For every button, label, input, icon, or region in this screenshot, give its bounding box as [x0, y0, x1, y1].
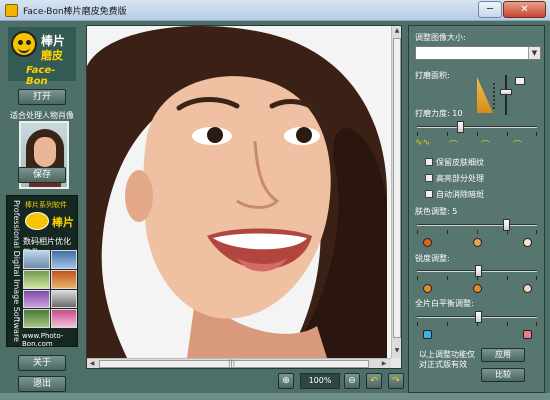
sharp-low-icon: [423, 284, 432, 293]
medium-skin-icon: [473, 238, 482, 247]
left-sidebar: 棒片 磨皮 Face-Bon 打开 适合处理人物肖像 保存 Profession…: [5, 25, 79, 373]
pro-version-note: 以上调整功能仅对正式版有效: [419, 350, 475, 369]
warm-sun-icon: [523, 330, 532, 339]
minimize-button[interactable]: ─: [478, 1, 502, 18]
highlight-checkbox[interactable]: [425, 174, 433, 182]
scroll-grip: |||: [228, 359, 236, 367]
sharpness-label: 锐度调整:: [415, 254, 450, 263]
area-label: 打磨面积:: [415, 71, 450, 80]
apply-button[interactable]: 应用: [481, 348, 525, 362]
scroll-left-arrow-icon[interactable]: ◀: [87, 359, 97, 368]
wave-icon-2: ⌒: [449, 141, 459, 151]
cool-sun-icon: [423, 330, 432, 339]
series-brand: 棒片系列软件: [25, 201, 67, 209]
image-viewer[interactable]: ◀ ||| ▶ ▲ ▼: [86, 25, 402, 369]
highlight-label: 高亮部分处理: [436, 174, 484, 183]
suitable-label: 适合处理人物肖像: [10, 111, 74, 120]
sharp-high-icon: [523, 284, 532, 293]
skin-tone-slider[interactable]: [417, 219, 537, 231]
series-brand-name: 棒片: [52, 216, 74, 229]
wave-icon-4: ⌒: [513, 141, 523, 151]
horizontal-scroll-thumb[interactable]: |||: [99, 359, 369, 368]
status-bar: [0, 393, 550, 400]
sharp-mid-icon: [473, 284, 482, 293]
smiley-logo-icon: [11, 31, 37, 57]
app-icon: [5, 4, 18, 17]
logo-line2: 磨皮: [41, 49, 63, 62]
rotate-right-icon[interactable]: ↷: [388, 373, 404, 389]
product-series-banner[interactable]: Professional Digital Image Software 棒片系列…: [6, 195, 78, 348]
vertical-scrollbar[interactable]: ▲ ▼: [391, 26, 401, 358]
scroll-up-arrow-icon[interactable]: ▲: [392, 26, 401, 36]
scroll-right-arrow-icon[interactable]: ▶: [379, 359, 389, 368]
rotate-left-icon[interactable]: ↶: [366, 373, 382, 389]
strength-slider[interactable]: [417, 121, 537, 133]
sample-photo-grid: [23, 250, 77, 328]
resize-select[interactable]: ▼: [415, 46, 541, 60]
zoom-in-icon[interactable]: ⊕: [278, 373, 294, 389]
series-vertical-text: Professional Digital Image Software: [12, 200, 21, 342]
white-balance-slider[interactable]: [417, 311, 537, 323]
freckle-checkbox[interactable]: [425, 190, 433, 198]
texture-checkbox[interactable]: [425, 158, 433, 166]
wave-icon-1: ∿∿: [415, 138, 431, 148]
save-button[interactable]: 保存: [18, 167, 66, 183]
freckle-label: 自动消除暗斑: [436, 190, 484, 199]
area-slider-knob[interactable]: [500, 89, 512, 95]
app-logo: 棒片 磨皮 Face-Bon: [8, 27, 76, 87]
compare-button[interactable]: 比较: [481, 368, 525, 382]
strength-ticks: [417, 132, 537, 136]
vertical-scroll-thumb[interactable]: [393, 38, 401, 338]
texture-label: 保留皮肤细纹: [436, 158, 484, 167]
resize-label: 调整图像大小:: [415, 33, 466, 42]
title-bar: Face-Bon棒片磨皮免费版 ─ ✕: [0, 0, 550, 21]
open-button[interactable]: 打开: [18, 89, 66, 105]
zoom-level: 100%: [300, 373, 340, 389]
dark-skin-icon: [423, 238, 432, 247]
light-skin-icon: [523, 238, 532, 247]
wave-icon-3: ⌒: [481, 141, 491, 151]
strength-label: 打磨力度: 10: [415, 109, 463, 118]
logo-line3: Face-Bon: [26, 65, 56, 87]
zoom-out-icon[interactable]: ⊖: [344, 373, 360, 389]
sharpness-slider[interactable]: [417, 265, 537, 277]
close-button[interactable]: ✕: [503, 1, 546, 18]
skin-tone-label: 肤色调整: 5: [415, 207, 458, 216]
zoom-toolbar: ⊕ 100% ⊖ ↶ ↷: [278, 373, 408, 391]
exit-button[interactable]: 退出: [18, 376, 66, 392]
photo-bon-badge-icon: [25, 212, 49, 230]
series-url: www.Photo-Bon.com: [22, 332, 64, 348]
area-gauge[interactable]: [475, 73, 531, 117]
portrait-photo: [87, 26, 391, 358]
window-title: Face-Bon棒片磨皮免费版: [23, 7, 127, 17]
about-button[interactable]: 关于: [18, 355, 66, 371]
chevron-down-icon[interactable]: ▼: [528, 47, 540, 59]
horizontal-scrollbar[interactable]: ◀ ||| ▶: [87, 358, 391, 368]
white-balance-label: 全片白平衡调整:: [415, 299, 474, 308]
settings-panel: 调整图像大小: ▼ 打磨面积: 打磨力度: 10 ∿∿ ⌒ ⌒ ⌒ 保留皮肤细纹…: [408, 25, 545, 393]
scroll-down-arrow-icon[interactable]: ▼: [392, 346, 401, 356]
